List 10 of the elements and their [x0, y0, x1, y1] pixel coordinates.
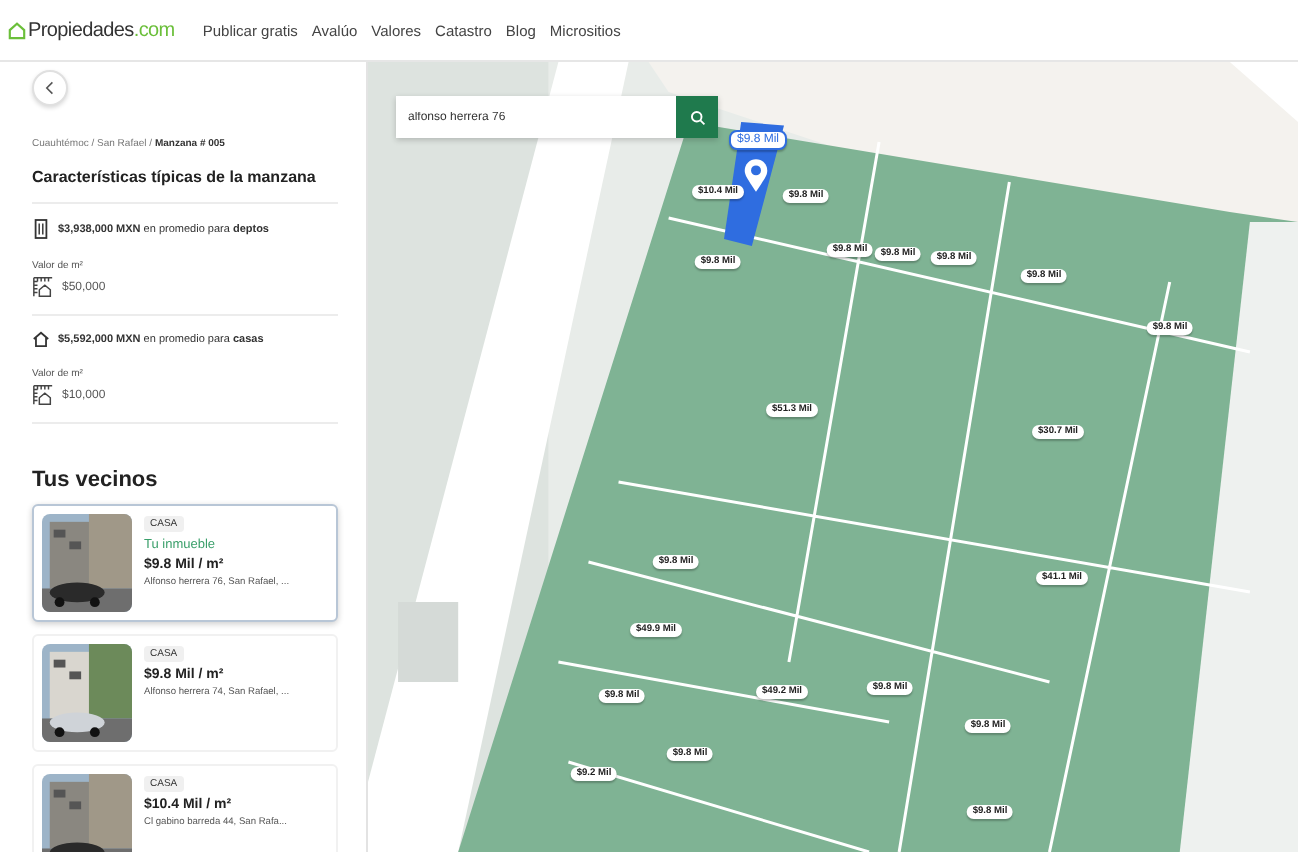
house-icon — [8, 21, 26, 39]
search-button[interactable] — [676, 96, 718, 138]
section-title: Tus vecinos — [32, 468, 160, 492]
section-title: Características típicas de la manzana — [32, 168, 338, 204]
building-icon — [32, 218, 50, 240]
ruler-house-icon — [32, 384, 54, 406]
ruler-house-icon — [32, 276, 54, 298]
house-icon — [32, 330, 50, 348]
search-icon — [689, 109, 705, 125]
location-pin-icon — [742, 158, 770, 194]
